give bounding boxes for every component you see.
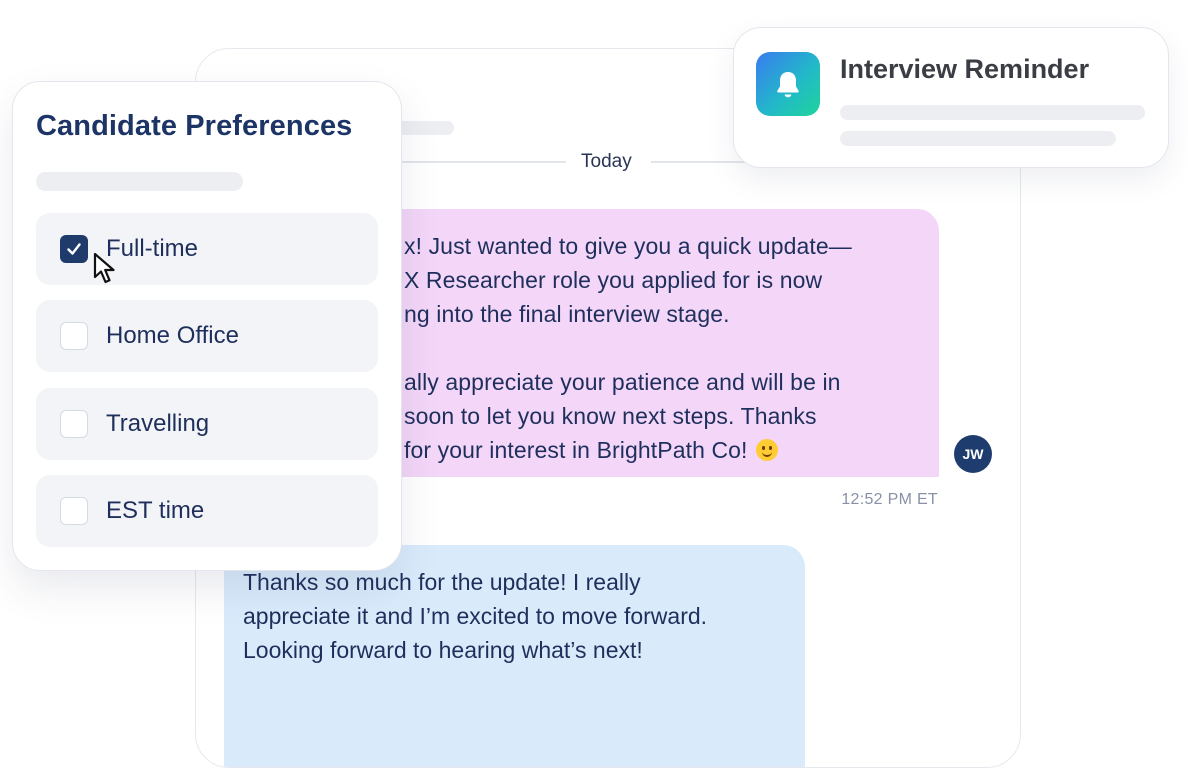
checkbox-full-time[interactable] xyxy=(60,235,88,263)
preferences-title: Candidate Preferences xyxy=(36,110,353,142)
message-timestamp: 12:52 PM ET xyxy=(841,491,938,508)
reminder-title: Interview Reminder xyxy=(840,54,1090,84)
avatar[interactable]: JW xyxy=(954,435,992,473)
option-full-time[interactable]: Full-time xyxy=(36,213,378,285)
checkmark-icon xyxy=(67,243,81,255)
reminder-placeholder-line xyxy=(840,131,1116,146)
bell-icon xyxy=(777,72,799,98)
option-label: EST time xyxy=(106,497,205,524)
checkbox-home-office[interactable] xyxy=(60,322,88,350)
chat-header-placeholder xyxy=(396,121,454,135)
option-label: Home Office xyxy=(106,322,239,349)
recruiter-message-paragraph-1: x! Just wanted to give you a quick updat… xyxy=(404,233,852,327)
checkbox-est-time[interactable] xyxy=(60,497,88,525)
recruiter-message-bubble: x! Just wanted to give you a quick updat… xyxy=(336,209,939,477)
option-home-office[interactable]: Home Office xyxy=(36,300,378,372)
option-label: Travelling xyxy=(106,410,210,437)
option-est-time[interactable]: EST time xyxy=(36,475,378,547)
candidate-message-text: Thanks so much for the update! I really … xyxy=(243,569,708,663)
interview-reminder-card[interactable]: Interview Reminder xyxy=(733,27,1169,168)
smiling-face-emoji-icon xyxy=(756,439,779,461)
bell-icon-tile xyxy=(756,52,820,116)
date-divider: Today xyxy=(366,149,771,173)
reminder-placeholder-line xyxy=(840,105,1145,120)
candidate-message-bubble: Thanks so much for the update! I really … xyxy=(224,545,805,767)
preferences-placeholder-bar xyxy=(36,172,243,191)
recruiter-message-paragraph-2: ally appreciate your patience and will b… xyxy=(404,365,917,467)
checkbox-travelling[interactable] xyxy=(60,410,88,438)
mouse-pointer-icon xyxy=(93,252,115,284)
candidate-preferences-card: Candidate Preferences Full-time Home Off… xyxy=(12,81,402,571)
option-travelling[interactable]: Travelling xyxy=(36,388,378,460)
